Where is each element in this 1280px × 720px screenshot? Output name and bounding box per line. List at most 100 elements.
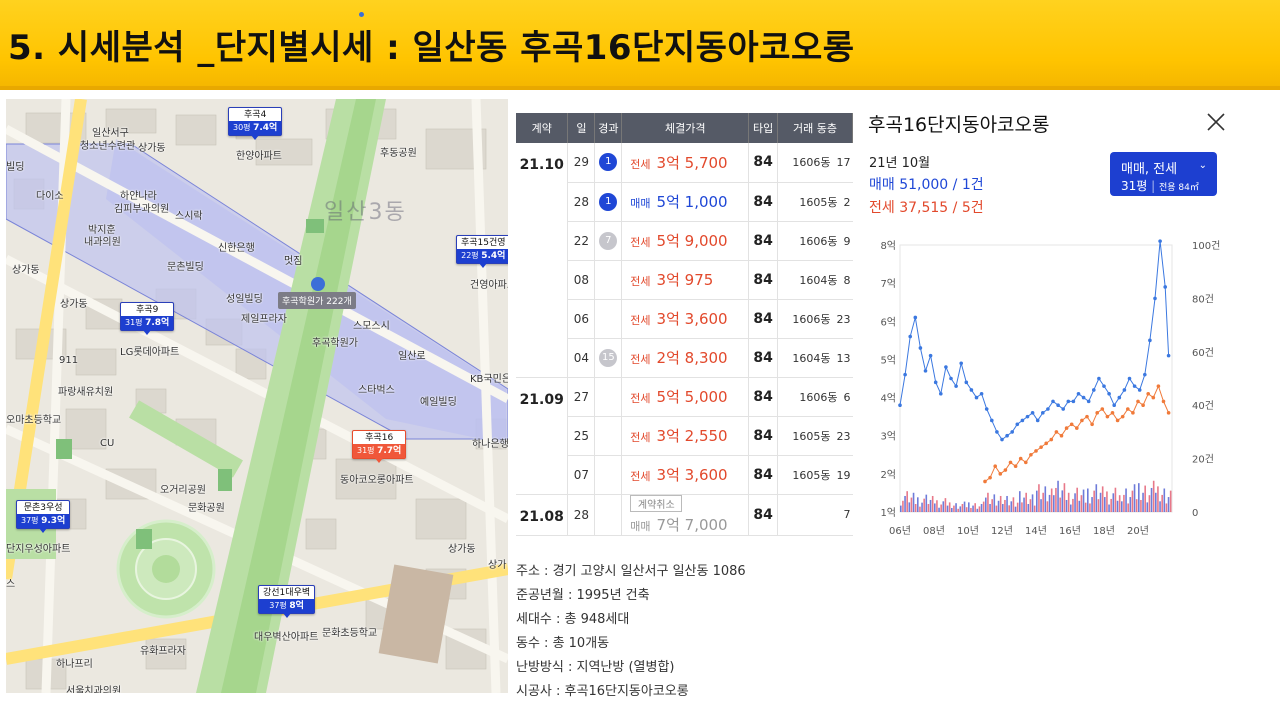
volume-bar — [904, 495, 906, 512]
volume-bar — [906, 491, 908, 512]
cell-month: 21.10 — [516, 143, 569, 378]
trade-kind: 전세 — [630, 157, 651, 171]
marker-price-value: 5.4억 — [481, 251, 506, 261]
series-point — [1020, 418, 1025, 423]
volume-bar — [1055, 487, 1057, 512]
series-point — [1095, 411, 1099, 415]
marker-tail — [143, 330, 152, 335]
col-header-elapsed[interactable]: 경과 — [594, 113, 623, 143]
chevron-down-icon: ⌄ — [1198, 160, 1207, 171]
complex-marker[interactable]: 후곡15건영 22평 5.4억 — [456, 235, 508, 268]
volume-bar — [929, 499, 932, 512]
trade-floor: 13 — [836, 351, 851, 365]
volume-bar — [936, 500, 938, 512]
marker-size: 37평 — [269, 601, 290, 610]
series-point — [1156, 384, 1161, 388]
trade-kind: 매매 — [630, 519, 651, 533]
trade-price: 7억 7,000 — [656, 515, 728, 534]
volume-bar — [1006, 495, 1008, 512]
filter-size: 31평 — [1121, 179, 1148, 193]
series-point — [1008, 460, 1013, 465]
col-header-dong-floor[interactable]: 거래 동층 — [777, 113, 853, 143]
cell-dong-floor: 1604동 13 — [777, 338, 853, 378]
volume-bar — [1063, 483, 1066, 512]
volume-bar — [955, 503, 957, 512]
volume-bar — [1084, 502, 1087, 512]
series-point — [954, 384, 958, 388]
volume-bar — [1048, 494, 1051, 512]
cell-elapsed: 1 — [594, 182, 623, 222]
complex-marker[interactable]: 후곡9 31평 7.8억 — [120, 302, 175, 335]
series-point — [1066, 399, 1071, 404]
series-point — [1117, 395, 1122, 400]
close-icon[interactable] — [1204, 110, 1228, 134]
cell-day: 07 — [567, 455, 596, 495]
table-row[interactable]: 21.09 27 전세 5억 5,000 84 1606동 6 — [516, 377, 853, 495]
volume-bar — [1093, 490, 1095, 512]
series-point — [1076, 391, 1081, 396]
col-header-type[interactable]: 타입 — [748, 113, 779, 143]
map-label: 911 — [59, 355, 79, 366]
volume-bar — [1016, 502, 1019, 512]
cell-dong-floor: 1604동 8 — [777, 260, 853, 300]
volume-bar — [1118, 495, 1121, 512]
series-point — [913, 315, 918, 320]
y-tick-left: 6억 — [880, 316, 896, 328]
volume-bar — [1142, 492, 1144, 512]
volume-bar — [995, 505, 998, 512]
trade-kind: 전세 — [630, 470, 651, 483]
marker-price-value: 8억 — [289, 601, 304, 611]
volume-bar — [1012, 497, 1015, 512]
table-row[interactable]: 21.08 28 계약취소 매매 7억 7,000 84 7 — [516, 494, 853, 536]
cell-price: 전세 3억 5,700 — [621, 143, 750, 183]
volume-bar — [940, 504, 942, 512]
complex-marker[interactable]: 강선1대우벽 37평 8억 — [258, 585, 316, 618]
volume-bar — [1057, 480, 1059, 512]
cell-price: 전세 2억 8,300 — [621, 338, 750, 378]
series-point — [1092, 388, 1096, 392]
series-point — [1051, 399, 1055, 404]
series-point — [1163, 285, 1167, 289]
map-label: 후동공원 — [380, 148, 417, 159]
trade-table: 계약 일 경과 체결가격 타입 거래 동층 21.10 29 1 전세 3억 5,700… — [516, 113, 853, 536]
marker-size: 31평 — [125, 318, 146, 327]
map-label: 후곡학원가 — [312, 338, 358, 349]
volume-bar — [1038, 484, 1040, 512]
series-point — [984, 407, 989, 411]
marker-size: 31평 — [357, 446, 378, 455]
col-header-price[interactable]: 체결가격 — [621, 113, 750, 143]
series-point — [1015, 422, 1020, 427]
col-header-contract[interactable]: 계약 — [516, 113, 569, 143]
complex-marker[interactable]: 후곡4 30평 7.4억 — [228, 107, 283, 140]
volume-bar — [997, 500, 1000, 512]
volume-bar — [1138, 483, 1140, 512]
trade-floor: 6 — [843, 390, 851, 404]
table-row[interactable]: 21.10 29 1 전세 3억 5,700 84 1606동 17 — [516, 143, 853, 378]
marker-tail — [375, 458, 384, 463]
volume-bar — [1065, 499, 1068, 512]
cell-dong-floor: 1606동 23 — [777, 299, 853, 339]
y-tick-left: 5억 — [880, 354, 896, 366]
page-title: 5. 시세분석 _단지별시세 : 일산동 후곡16단지동아코오롱 — [8, 28, 855, 68]
volume-bar — [1123, 494, 1125, 512]
volume-bar — [980, 503, 983, 512]
marker-price-value: 7.8억 — [145, 318, 170, 328]
academy-tag[interactable]: 후곡학원가 222개 — [278, 292, 356, 309]
col-header-day[interactable]: 일 — [567, 113, 596, 143]
volume-bar — [902, 500, 904, 512]
trade-filter-button[interactable]: 매매, 전세 ⌄ 31평 | 전용 84㎡ — [1110, 152, 1217, 196]
volume-bar — [1025, 492, 1027, 512]
complex-marker[interactable]: 문촌3우성 37평 9.3억 — [16, 500, 71, 533]
map-view[interactable]: 일산3동 일산서구 청소년수련관 상가동 한양아파트 후동공원 빌딩 다이소 하얀나라 김피부과… — [6, 99, 508, 693]
trade-price: 3억 975 — [656, 271, 714, 289]
complex-marker[interactable]: 후곡16 31평 7.7억 — [352, 430, 407, 463]
series-point — [1132, 384, 1137, 388]
volume-bar — [1008, 505, 1010, 512]
volume-bar — [963, 501, 966, 512]
series-point — [979, 391, 984, 396]
volume-bar — [934, 503, 936, 512]
marker-tail — [251, 135, 260, 140]
cell-day: 08 — [567, 260, 596, 300]
map-label: 스타벅스 — [358, 385, 395, 396]
map-label: 하나프리 — [56, 659, 93, 670]
